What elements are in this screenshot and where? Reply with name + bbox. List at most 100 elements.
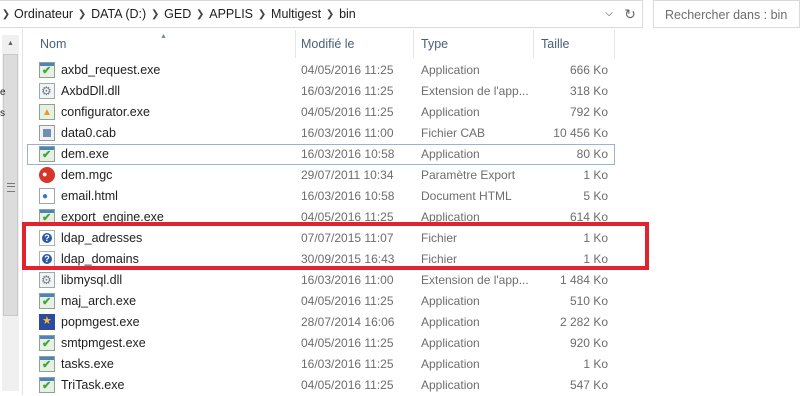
file-row[interactable]: data0.cab 16/03/2016 11:00 Fichier CAB 1… (27, 123, 615, 144)
sort-ascending-icon: ▲ (160, 33, 167, 40)
file-modified: 16/03/2016 11:25 (301, 357, 394, 371)
file-row[interactable]: popmgest.exe 28/07/2014 16:06 Applicatio… (27, 312, 615, 333)
configurator-icon (39, 104, 55, 120)
file-row[interactable]: export_engine.exe 04/05/2016 11:25 Appli… (27, 207, 615, 228)
application-icon (39, 335, 55, 351)
breadcrumb-data-drive[interactable]: DATA (D:) (89, 7, 148, 21)
column-header-name[interactable]: ▲ Nom (27, 30, 296, 58)
file-row[interactable]: TriTask.exe 04/05/2016 11:25 Application… (27, 375, 615, 396)
file-row[interactable]: ldap_domains 30/09/2015 16:43 Fichier 1 … (27, 249, 615, 270)
dll-icon (39, 272, 55, 288)
chevron-right-icon[interactable]: ❯ (323, 9, 337, 20)
file-name: ldap_domains (61, 252, 139, 266)
file-size: 10 456 Ko (553, 126, 608, 140)
file-row[interactable]: configurator.exe 04/05/2016 11:25 Applic… (27, 102, 615, 123)
file-type: Application (421, 294, 480, 308)
nav-pane-text-fragment: s (0, 108, 5, 119)
file-row[interactable]: axbd_request.exe 04/05/2016 11:25 Applic… (27, 60, 615, 81)
file-name: tasks.exe (61, 357, 114, 371)
file-row[interactable]: tasks.exe 16/03/2016 11:25 Application 1… (27, 354, 615, 375)
chevron-right-icon[interactable]: ❯ (75, 9, 89, 20)
file-size: 1 Ko (583, 168, 608, 182)
file-row[interactable]: smtpmgest.exe 04/05/2016 11:25 Applicati… (27, 333, 615, 354)
file-modified: 04/05/2016 11:25 (301, 63, 394, 77)
breadcrumb-ordinateur[interactable]: Ordinateur (12, 7, 75, 21)
file-type: Fichier CAB (421, 126, 486, 140)
file-modified: 16/03/2016 11:00 (301, 273, 394, 287)
file-size: 5 Ko (583, 189, 608, 203)
refresh-icon[interactable]: ↻ (622, 5, 638, 23)
file-type: Application (421, 378, 480, 392)
column-header-type[interactable]: Type (414, 30, 534, 58)
file-size: 510 Ko (569, 294, 608, 308)
address-bar[interactable]: ❯ Ordinateur ❯ DATA (D:) ❯ GED ❯ APPLIS … (0, 0, 643, 28)
file-name: smtpmgest.exe (61, 336, 146, 350)
unknown-file-icon (39, 230, 55, 246)
breadcrumb-ged[interactable]: GED (162, 7, 193, 21)
file-row-focused[interactable]: dem.exe 16/03/2016 10:58 Application 80 … (27, 144, 615, 165)
file-row[interactable]: email.html 16/03/2016 10:58 Document HTM… (27, 186, 615, 207)
search-box[interactable] (653, 0, 800, 28)
html-document-icon (39, 188, 55, 204)
file-name: ldap_adresses (61, 231, 143, 245)
file-type: Application (421, 210, 480, 224)
file-type: Application (421, 105, 480, 119)
file-row[interactable]: libmysql.dll 16/03/2016 11:00 Extension … (27, 270, 615, 291)
grip-icon (7, 183, 15, 192)
application-icon (39, 356, 55, 372)
application-icon (39, 209, 55, 225)
file-type: Application (421, 336, 480, 350)
file-name: axbd_request.exe (61, 63, 161, 77)
dll-icon (39, 83, 55, 99)
file-name: dem.exe (61, 147, 109, 161)
chevron-right-icon[interactable]: ❯ (193, 9, 207, 20)
file-name: popmgest.exe (61, 315, 140, 329)
file-type: Document HTML (421, 189, 512, 203)
file-modified: 29/07/2011 10:34 (301, 168, 394, 182)
file-type: Extension de l'app... (421, 84, 529, 98)
file-size: 1 Ko (583, 252, 608, 266)
navigation-pane: ▲ (0, 29, 23, 395)
cab-archive-icon (39, 125, 55, 141)
file-type: Application (421, 63, 480, 77)
file-row[interactable]: ldap_adresses 07/07/2015 11:07 Fichier 1… (27, 228, 615, 249)
file-name: libmysql.dll (61, 273, 123, 287)
column-header-size[interactable]: Taille (534, 30, 615, 58)
unknown-file-icon (39, 251, 55, 267)
column-header-size-label: Taille (541, 37, 570, 51)
chevron-right-icon[interactable]: ❯ (255, 9, 269, 20)
file-size: 1 Ko (583, 231, 608, 245)
breadcrumb-multigest[interactable]: Multigest (269, 7, 323, 21)
file-modified: 30/09/2015 16:43 (301, 252, 395, 266)
breadcrumb-bin[interactable]: bin (337, 7, 358, 21)
file-size: 1 Ko (583, 357, 608, 371)
file-size: 80 Ko (576, 147, 608, 161)
file-name: TriTask.exe (61, 378, 125, 392)
file-list: axbd_request.exe 04/05/2016 11:25 Applic… (27, 60, 615, 396)
column-headers: ▲ Nom Modifié le Type Taille (27, 30, 615, 58)
scroll-up-arrow-icon[interactable]: ▲ (2, 35, 19, 52)
chevron-right-icon[interactable]: ❯ (0, 9, 12, 20)
file-row[interactable]: dem.mgc 29/07/2011 10:34 Paramètre Expor… (27, 165, 615, 186)
file-row[interactable]: maj_arch.exe 04/05/2016 11:25 Applicatio… (27, 291, 615, 312)
file-size: 666 Ko (569, 63, 608, 77)
file-name: dem.mgc (61, 168, 113, 182)
file-modified: 04/05/2016 11:25 (301, 378, 394, 392)
breadcrumb-applis[interactable]: APPLIS (207, 7, 255, 21)
chevron-down-icon[interactable]: ⌵ (602, 7, 616, 21)
chevron-right-icon[interactable]: ❯ (148, 9, 162, 20)
file-modified: 04/05/2016 11:25 (301, 336, 394, 350)
file-row[interactable]: AxbdDll.dll 16/03/2016 11:25 Extension d… (27, 81, 615, 102)
column-header-modified[interactable]: Modifié le (296, 30, 414, 58)
file-size: 614 Ko (569, 210, 608, 224)
application-icon (39, 293, 55, 309)
breadcrumb: ❯ Ordinateur ❯ DATA (D:) ❯ GED ❯ APPLIS … (0, 1, 358, 27)
file-modified: 16/03/2016 11:25 (301, 84, 394, 98)
mgc-file-icon (39, 167, 55, 183)
file-type: Paramètre Export (421, 168, 516, 182)
file-modified: 16/03/2016 10:58 (301, 189, 395, 203)
file-size: 2 282 Ko (559, 315, 608, 329)
column-header-name-label: Nom (40, 37, 67, 51)
file-name: AxbdDll.dll (61, 84, 121, 98)
search-input[interactable] (663, 2, 800, 28)
